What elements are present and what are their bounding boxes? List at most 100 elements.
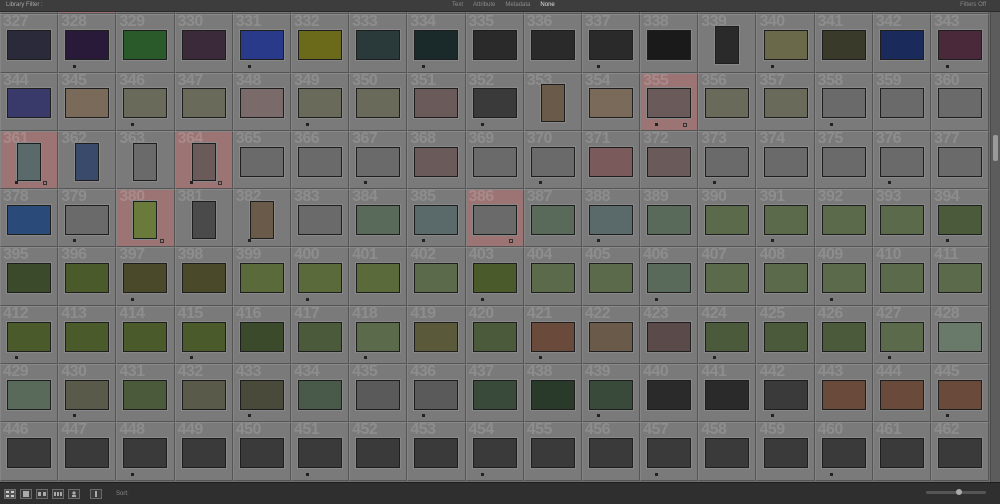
- grid-cell[interactable]: 353: [523, 72, 582, 131]
- grid-cell[interactable]: 342: [872, 14, 931, 73]
- photo-thumbnail[interactable]: [938, 30, 983, 61]
- grid-cell[interactable]: 333: [349, 14, 408, 73]
- grid-cell[interactable]: 372: [640, 130, 699, 190]
- loupe-view-icon[interactable]: [20, 488, 32, 499]
- photo-thumbnail[interactable]: [133, 201, 158, 240]
- photo-thumbnail[interactable]: [588, 438, 633, 469]
- grid-cell[interactable]: 327: [0, 14, 59, 73]
- photo-thumbnail[interactable]: [821, 146, 866, 177]
- grid-cell[interactable]: 409: [814, 247, 873, 306]
- photo-thumbnail[interactable]: [65, 438, 110, 469]
- grid-cell[interactable]: 420: [465, 305, 524, 365]
- photo-thumbnail[interactable]: [588, 205, 633, 236]
- photo-thumbnail[interactable]: [7, 438, 52, 469]
- grid-cell[interactable]: 386: [465, 189, 524, 248]
- photo-thumbnail[interactable]: [588, 321, 633, 352]
- grid-cell[interactable]: 393: [872, 189, 931, 248]
- grid-cell[interactable]: 413: [58, 305, 117, 365]
- grid-cell[interactable]: 388: [581, 189, 641, 248]
- photo-thumbnail[interactable]: [647, 379, 692, 410]
- photo-thumbnail[interactable]: [65, 379, 110, 410]
- grid-cell[interactable]: 359: [872, 72, 931, 131]
- photo-thumbnail[interactable]: [7, 88, 52, 119]
- grid-cell[interactable]: 407: [698, 247, 757, 306]
- photo-thumbnail[interactable]: [472, 88, 517, 119]
- photo-thumbnail[interactable]: [414, 146, 459, 177]
- photo-thumbnail[interactable]: [763, 205, 808, 236]
- photo-thumbnail[interactable]: [647, 321, 692, 352]
- grid-cell[interactable]: 462: [931, 422, 990, 481]
- photo-thumbnail[interactable]: [472, 146, 517, 177]
- grid-scrollbar[interactable]: [990, 12, 1000, 482]
- grid-cell[interactable]: 330: [174, 14, 233, 73]
- photo-thumbnail[interactable]: [540, 84, 565, 123]
- photo-thumbnail[interactable]: [938, 321, 983, 352]
- grid-cell[interactable]: 428: [931, 305, 990, 365]
- photo-thumbnail[interactable]: [879, 30, 924, 61]
- grid-cell[interactable]: 417: [290, 305, 350, 365]
- grid-cell[interactable]: 456: [581, 422, 641, 481]
- grid-cell[interactable]: 424: [698, 305, 757, 365]
- grid-cell[interactable]: 454: [465, 422, 524, 481]
- photo-thumbnail[interactable]: [821, 321, 866, 352]
- grid-cell[interactable]: 423: [640, 305, 699, 365]
- photo-thumbnail[interactable]: [298, 88, 343, 119]
- photo-thumbnail[interactable]: [879, 263, 924, 294]
- photo-thumbnail[interactable]: [763, 321, 808, 352]
- grid-cell[interactable]: 337: [581, 14, 641, 73]
- photo-thumbnail[interactable]: [530, 321, 575, 352]
- grid-cell[interactable]: 339: [698, 14, 757, 73]
- grid-cell[interactable]: 355: [640, 72, 699, 131]
- grid-cell[interactable]: 445: [931, 364, 990, 423]
- grid-cell[interactable]: 364: [174, 130, 233, 190]
- grid-cell[interactable]: 347: [174, 72, 233, 131]
- grid-cell[interactable]: 331: [232, 14, 291, 73]
- photo-thumbnail[interactable]: [705, 321, 750, 352]
- photo-thumbnail[interactable]: [588, 30, 633, 61]
- grid-cell[interactable]: 378: [0, 189, 59, 248]
- photo-thumbnail[interactable]: [588, 379, 633, 410]
- photo-thumbnail[interactable]: [7, 321, 52, 352]
- photo-thumbnail[interactable]: [472, 205, 517, 236]
- photo-thumbnail[interactable]: [123, 321, 168, 352]
- photo-thumbnail[interactable]: [705, 146, 750, 177]
- grid-cell[interactable]: 436: [407, 364, 466, 423]
- photo-thumbnail[interactable]: [821, 205, 866, 236]
- grid-cell[interactable]: 460: [814, 422, 873, 481]
- thumbnail-size-slider[interactable]: [926, 489, 986, 495]
- photo-thumbnail[interactable]: [181, 88, 226, 119]
- photo-thumbnail[interactable]: [938, 438, 983, 469]
- grid-cell[interactable]: 418: [349, 305, 408, 365]
- photo-thumbnail[interactable]: [705, 88, 750, 119]
- photo-thumbnail[interactable]: [938, 205, 983, 236]
- grid-cell[interactable]: 367: [349, 130, 408, 190]
- photo-thumbnail[interactable]: [123, 379, 168, 410]
- photo-thumbnail[interactable]: [123, 30, 168, 61]
- photo-thumbnail[interactable]: [705, 379, 750, 410]
- photo-thumbnail[interactable]: [938, 263, 983, 294]
- selection-flag-icon[interactable]: [683, 122, 688, 127]
- grid-cell[interactable]: 384: [349, 189, 408, 248]
- grid-cell[interactable]: 362: [58, 130, 117, 190]
- grid-cell[interactable]: 375: [814, 130, 873, 190]
- photo-thumbnail[interactable]: [530, 205, 575, 236]
- photo-thumbnail[interactable]: [472, 263, 517, 294]
- grid-cell[interactable]: 336: [523, 14, 582, 73]
- photo-thumbnail[interactable]: [65, 321, 110, 352]
- grid-cell[interactable]: 419: [407, 305, 466, 365]
- grid-cell[interactable]: 346: [116, 72, 175, 131]
- grid-cell[interactable]: 416: [232, 305, 291, 365]
- photo-thumbnail[interactable]: [472, 321, 517, 352]
- selection-flag-icon[interactable]: [508, 239, 513, 244]
- photo-thumbnail[interactable]: [821, 263, 866, 294]
- grid-cell[interactable]: 402: [407, 247, 466, 306]
- photo-thumbnail[interactable]: [65, 30, 110, 61]
- photo-thumbnail[interactable]: [414, 438, 459, 469]
- grid-cell[interactable]: 376: [872, 130, 931, 190]
- photo-thumbnail[interactable]: [181, 438, 226, 469]
- grid-cell[interactable]: 446: [0, 422, 59, 481]
- grid-cell[interactable]: 352: [465, 72, 524, 131]
- photo-thumbnail[interactable]: [65, 88, 110, 119]
- photo-thumbnail[interactable]: [7, 30, 52, 61]
- photo-thumbnail[interactable]: [821, 438, 866, 469]
